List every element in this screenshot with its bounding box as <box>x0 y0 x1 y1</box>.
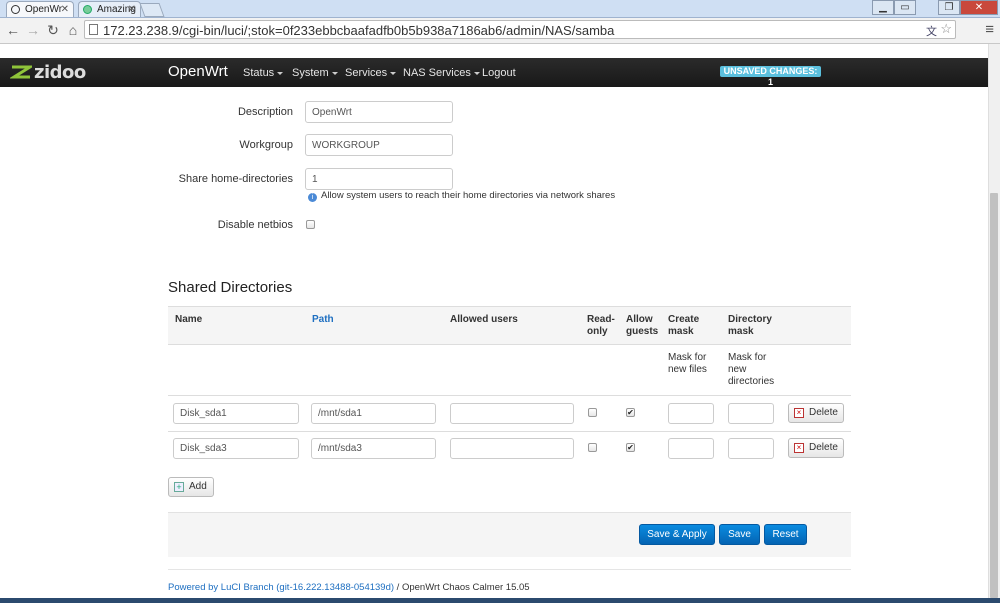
share-name-field[interactable] <box>173 438 299 459</box>
footer: Powered by LuCI Branch (git-16.222.13488… <box>168 582 530 593</box>
delete-button-label: Delete <box>809 442 838 453</box>
brand-title[interactable]: OpenWrt <box>168 63 228 80</box>
save-button[interactable]: Save <box>719 524 760 545</box>
footer-version: / OpenWrt Chaos Calmer 15.05 <box>394 582 530 593</box>
allowed-users-field[interactable] <box>450 438 574 459</box>
create-mask-description: Mask for new files <box>668 352 707 375</box>
workgroup-label: Workgroup <box>239 139 293 151</box>
delete-icon: × <box>794 443 804 453</box>
dropdown-caret-icon <box>277 71 284 75</box>
share-homedirs-label: Share home-directories <box>178 173 293 185</box>
os-taskbar <box>0 598 1000 603</box>
column-header-path[interactable]: Path <box>312 314 334 326</box>
read-only-checkbox[interactable] <box>588 443 597 452</box>
back-arrow-icon[interactable]: ← <box>4 21 22 39</box>
shared-directories-title: Shared Directories <box>168 279 293 296</box>
save-apply-button[interactable]: Save & Apply <box>639 524 715 545</box>
nav-services-label: Services <box>345 67 388 79</box>
browser-tab[interactable]: OpenWr ✕ <box>6 1 74 17</box>
nav-system-label: System <box>292 67 329 79</box>
luci-link[interactable]: Powered by LuCI Branch (git-16.222.13488… <box>168 582 394 593</box>
close-tab-icon[interactable]: ✕ <box>128 2 136 17</box>
add-icon: + <box>174 482 184 492</box>
disable-netbios-label: Disable netbios <box>217 219 293 231</box>
delete-button-label: Delete <box>809 407 838 418</box>
minimize-window-button[interactable]: ▁ <box>872 0 894 15</box>
browser-toolbar: ← → ↻ ⌂ 文 ☆ ≡ <box>0 18 1000 44</box>
reload-icon[interactable]: ↻ <box>44 21 62 39</box>
nav-system[interactable]: System <box>292 67 338 79</box>
footer-divider <box>168 569 851 570</box>
nav-services[interactable]: Services <box>345 67 397 79</box>
add-share-button[interactable]: + Add <box>168 477 214 497</box>
translate-icon[interactable]: 文 <box>926 23 937 39</box>
column-header-allowed-users: Allowed users <box>450 314 518 325</box>
nav-nas-services-label: NAS Services <box>403 67 471 79</box>
zidoo-logo[interactable]: zidoo <box>10 61 86 83</box>
chrome-menu-icon[interactable]: ≡ <box>985 21 994 38</box>
forward-arrow-icon[interactable]: → <box>24 21 42 39</box>
column-header-allow-guests: Allow guests <box>626 314 659 337</box>
homedirs-help-text: i Allow system users to reach their home … <box>308 190 615 202</box>
close-window-button[interactable]: ✕ <box>960 0 998 15</box>
share-homedirs-field[interactable] <box>305 168 453 190</box>
share-name-field[interactable] <box>173 403 299 424</box>
page-icon <box>89 24 98 35</box>
nav-status[interactable]: Status <box>243 67 284 79</box>
directory-mask-field[interactable] <box>728 403 774 424</box>
add-button-label: Add <box>189 481 207 492</box>
column-header-name: Name <box>175 314 203 325</box>
allowed-users-field[interactable] <box>450 403 574 424</box>
scrollbar-thumb[interactable] <box>990 193 998 598</box>
home-icon[interactable]: ⌂ <box>64 21 82 39</box>
close-tab-icon[interactable]: ✕ <box>61 2 69 17</box>
workgroup-field[interactable] <box>305 134 453 156</box>
share-path-field[interactable] <box>311 438 436 459</box>
row-divider <box>168 395 851 396</box>
disable-netbios-checkbox[interactable] <box>306 220 315 229</box>
description-field[interactable] <box>305 101 453 123</box>
create-mask-field[interactable] <box>668 438 714 459</box>
dropdown-caret-icon <box>331 71 338 75</box>
address-bar[interactable]: 文 ☆ <box>84 20 956 39</box>
nav-nas-services[interactable]: NAS Services <box>403 67 480 79</box>
info-icon: i <box>308 193 317 202</box>
zidoo-logo-icon <box>10 65 32 79</box>
dropdown-caret-icon <box>390 71 397 75</box>
read-only-checkbox[interactable] <box>588 408 597 417</box>
reset-button[interactable]: Reset <box>764 524 807 545</box>
delete-button[interactable]: × Delete <box>788 403 844 423</box>
row-divider <box>168 431 851 432</box>
column-header-directory-mask: Directory mask <box>728 314 772 337</box>
nav-status-label: Status <box>243 67 275 79</box>
user-profile-button[interactable]: ▭ <box>894 0 916 15</box>
allow-guests-checkbox[interactable]: ✔ <box>626 408 635 417</box>
share-path-field[interactable] <box>311 403 436 424</box>
restore-window-button[interactable]: ❐ <box>938 0 960 15</box>
allow-guests-checkbox[interactable]: ✔ <box>626 443 635 452</box>
browser-tab[interactable]: Amazing ✕ <box>78 1 141 17</box>
create-mask-field[interactable] <box>668 403 714 424</box>
column-header-read-only: Read- only <box>587 314 615 337</box>
browser-tab-label: OpenWr <box>25 4 63 15</box>
site-favicon-icon <box>83 5 92 14</box>
directory-mask-field[interactable] <box>728 438 774 459</box>
nav-logout[interactable]: Logout <box>482 67 516 79</box>
directory-mask-description: Mask for new directories <box>728 352 775 387</box>
openwrt-favicon-icon <box>11 5 20 14</box>
help-text: Allow system users to reach their home d… <box>321 190 616 201</box>
delete-button[interactable]: × Delete <box>788 438 844 458</box>
dropdown-caret-icon <box>473 71 480 75</box>
url-input[interactable] <box>103 22 923 38</box>
description-label: Description <box>237 106 293 118</box>
unsaved-changes-badge[interactable]: UNSAVED CHANGES: 1 <box>720 66 821 87</box>
logo-text: zidoo <box>34 61 86 83</box>
bookmark-star-icon[interactable]: ☆ <box>940 21 952 37</box>
column-header-create-mask: Create mask <box>668 314 700 337</box>
delete-icon: × <box>794 408 804 418</box>
